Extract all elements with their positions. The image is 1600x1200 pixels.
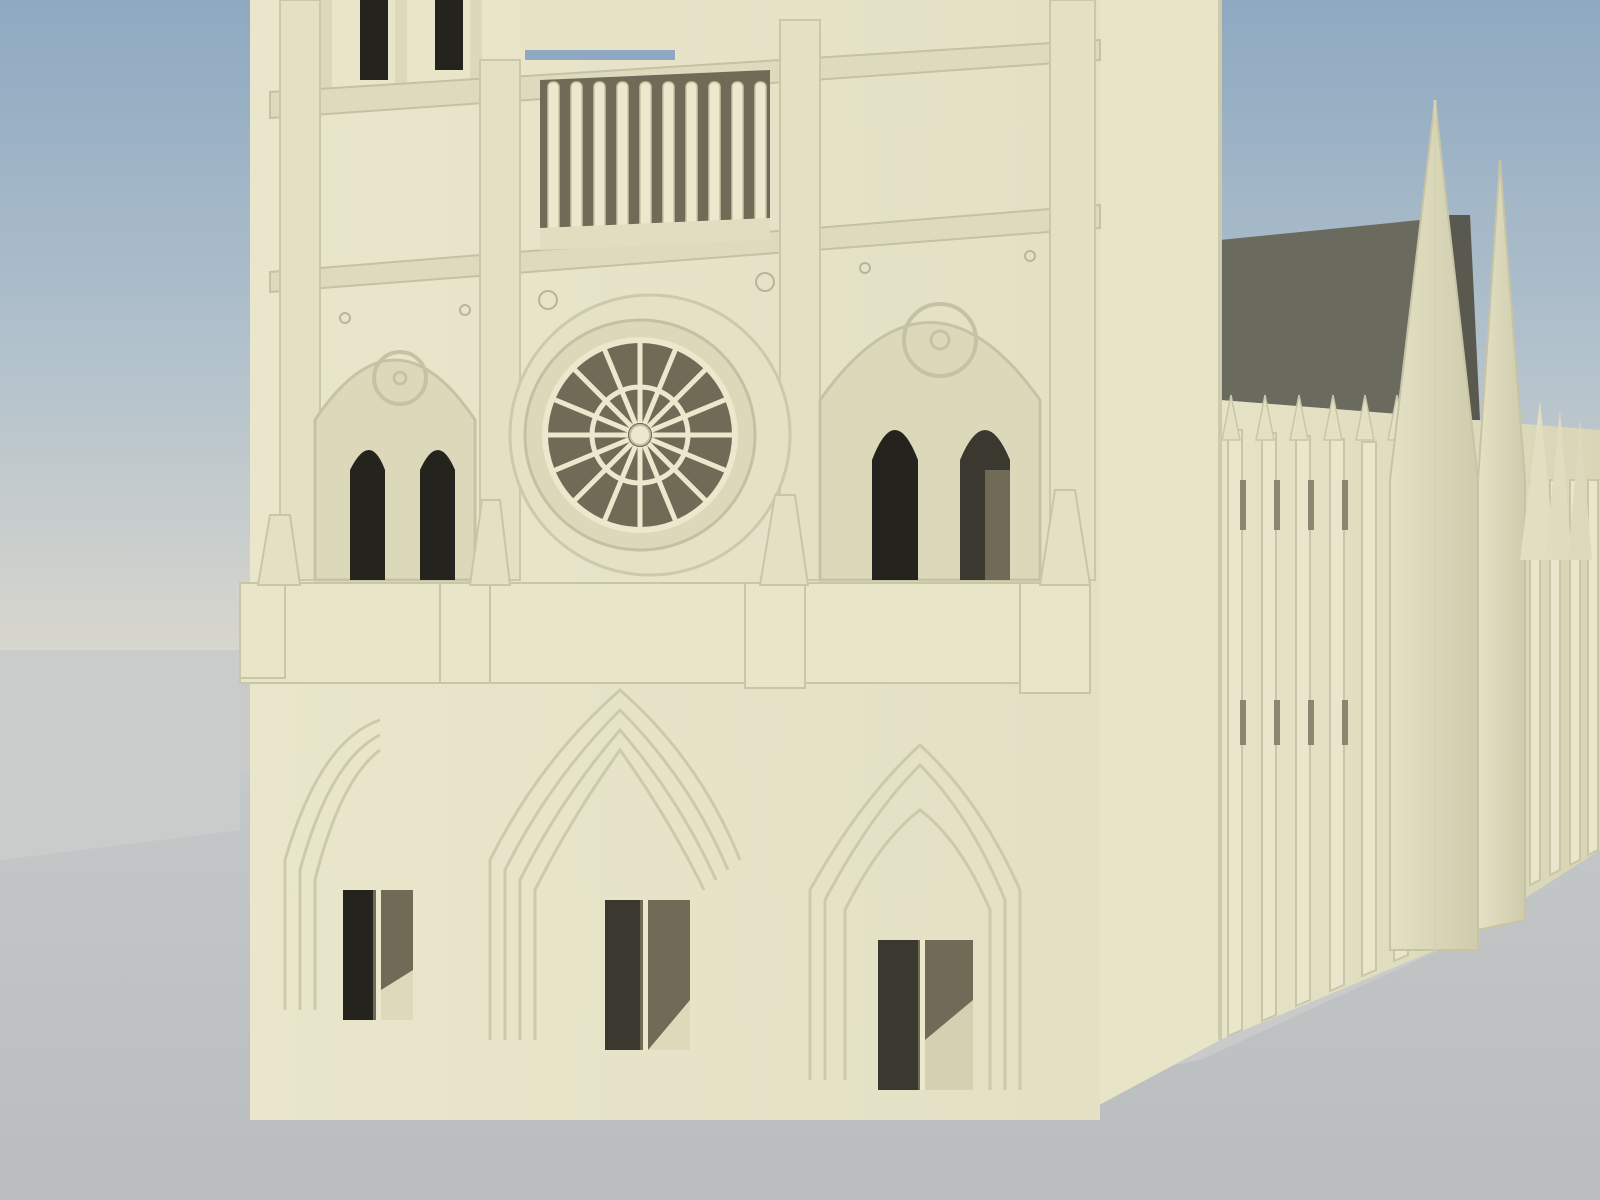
nave-window	[1342, 480, 1348, 530]
gallery-column	[570, 81, 583, 233]
rose-window	[508, 293, 792, 577]
gallery-column	[616, 81, 629, 233]
gallery-column	[662, 81, 675, 233]
gallery-column	[731, 81, 744, 233]
nave-window	[1274, 480, 1280, 530]
nave-buttress	[1295, 435, 1311, 1008]
kings-gallery	[540, 70, 770, 250]
gallery-column	[639, 81, 652, 233]
door-center	[605, 900, 690, 1050]
nave-window	[1240, 480, 1246, 530]
gallery-column	[685, 81, 698, 233]
nave-window	[1342, 700, 1348, 745]
gallery-column	[547, 81, 560, 233]
nave-buttress	[1329, 438, 1345, 993]
nave-buttress	[1361, 441, 1377, 978]
parapet	[239, 582, 1091, 694]
gallery-column	[708, 81, 721, 233]
tower-side-face	[1090, 0, 1220, 1110]
nave-window	[1308, 700, 1314, 745]
west-facade	[239, 0, 1101, 1120]
door-right	[878, 940, 973, 1090]
nave-buttress	[1261, 432, 1277, 1023]
gallery-column	[754, 81, 767, 233]
nave-window	[1240, 700, 1246, 745]
nave-window	[1308, 480, 1314, 530]
cathedral-scene	[0, 0, 1600, 1200]
nave-buttress	[1227, 429, 1243, 1038]
nave-window	[1274, 700, 1280, 745]
door-left	[343, 890, 413, 1020]
gallery-column	[593, 81, 606, 233]
